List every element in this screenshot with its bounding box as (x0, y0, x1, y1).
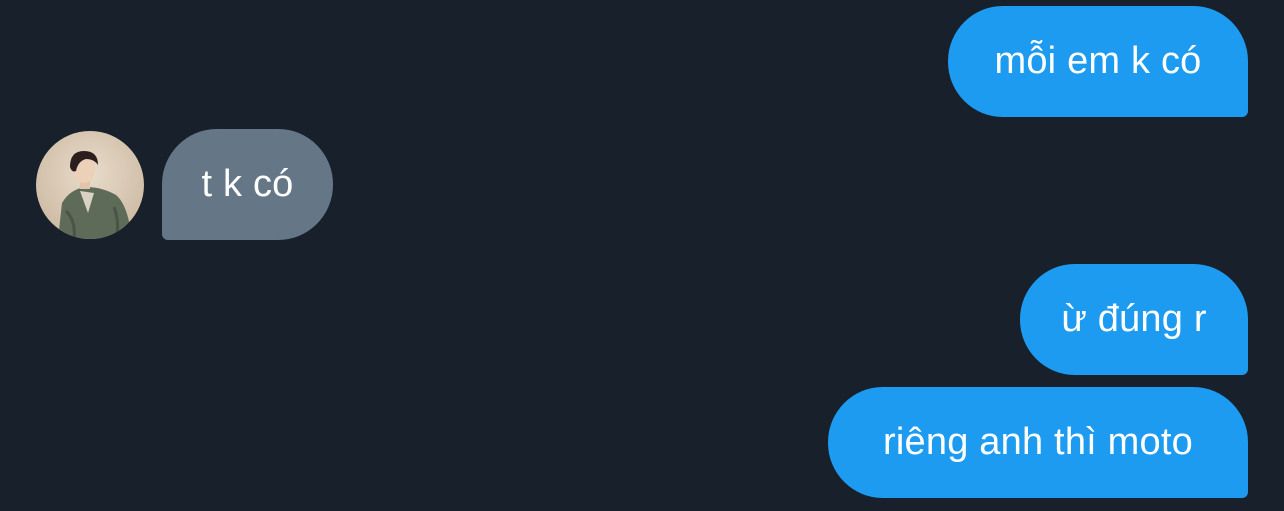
message-text: ừ đúng r (1061, 298, 1207, 340)
outgoing-message-bubble[interactable]: ừ đúng r (1020, 264, 1248, 375)
message-text: riêng anh thì moto (883, 421, 1193, 463)
message-text: mỗi em k có (994, 40, 1202, 82)
message-text: t k có (201, 163, 294, 205)
outgoing-message-bubble[interactable]: riêng anh thì moto (828, 387, 1248, 498)
outgoing-message-bubble[interactable]: mỗi em k có (948, 6, 1248, 117)
chat-thread: mỗi em k có t k có ừ đúng r riêng anh th… (0, 0, 1284, 511)
avatar[interactable] (36, 131, 144, 239)
incoming-message-bubble[interactable]: t k có (162, 129, 333, 240)
user-photo-icon (36, 131, 144, 239)
